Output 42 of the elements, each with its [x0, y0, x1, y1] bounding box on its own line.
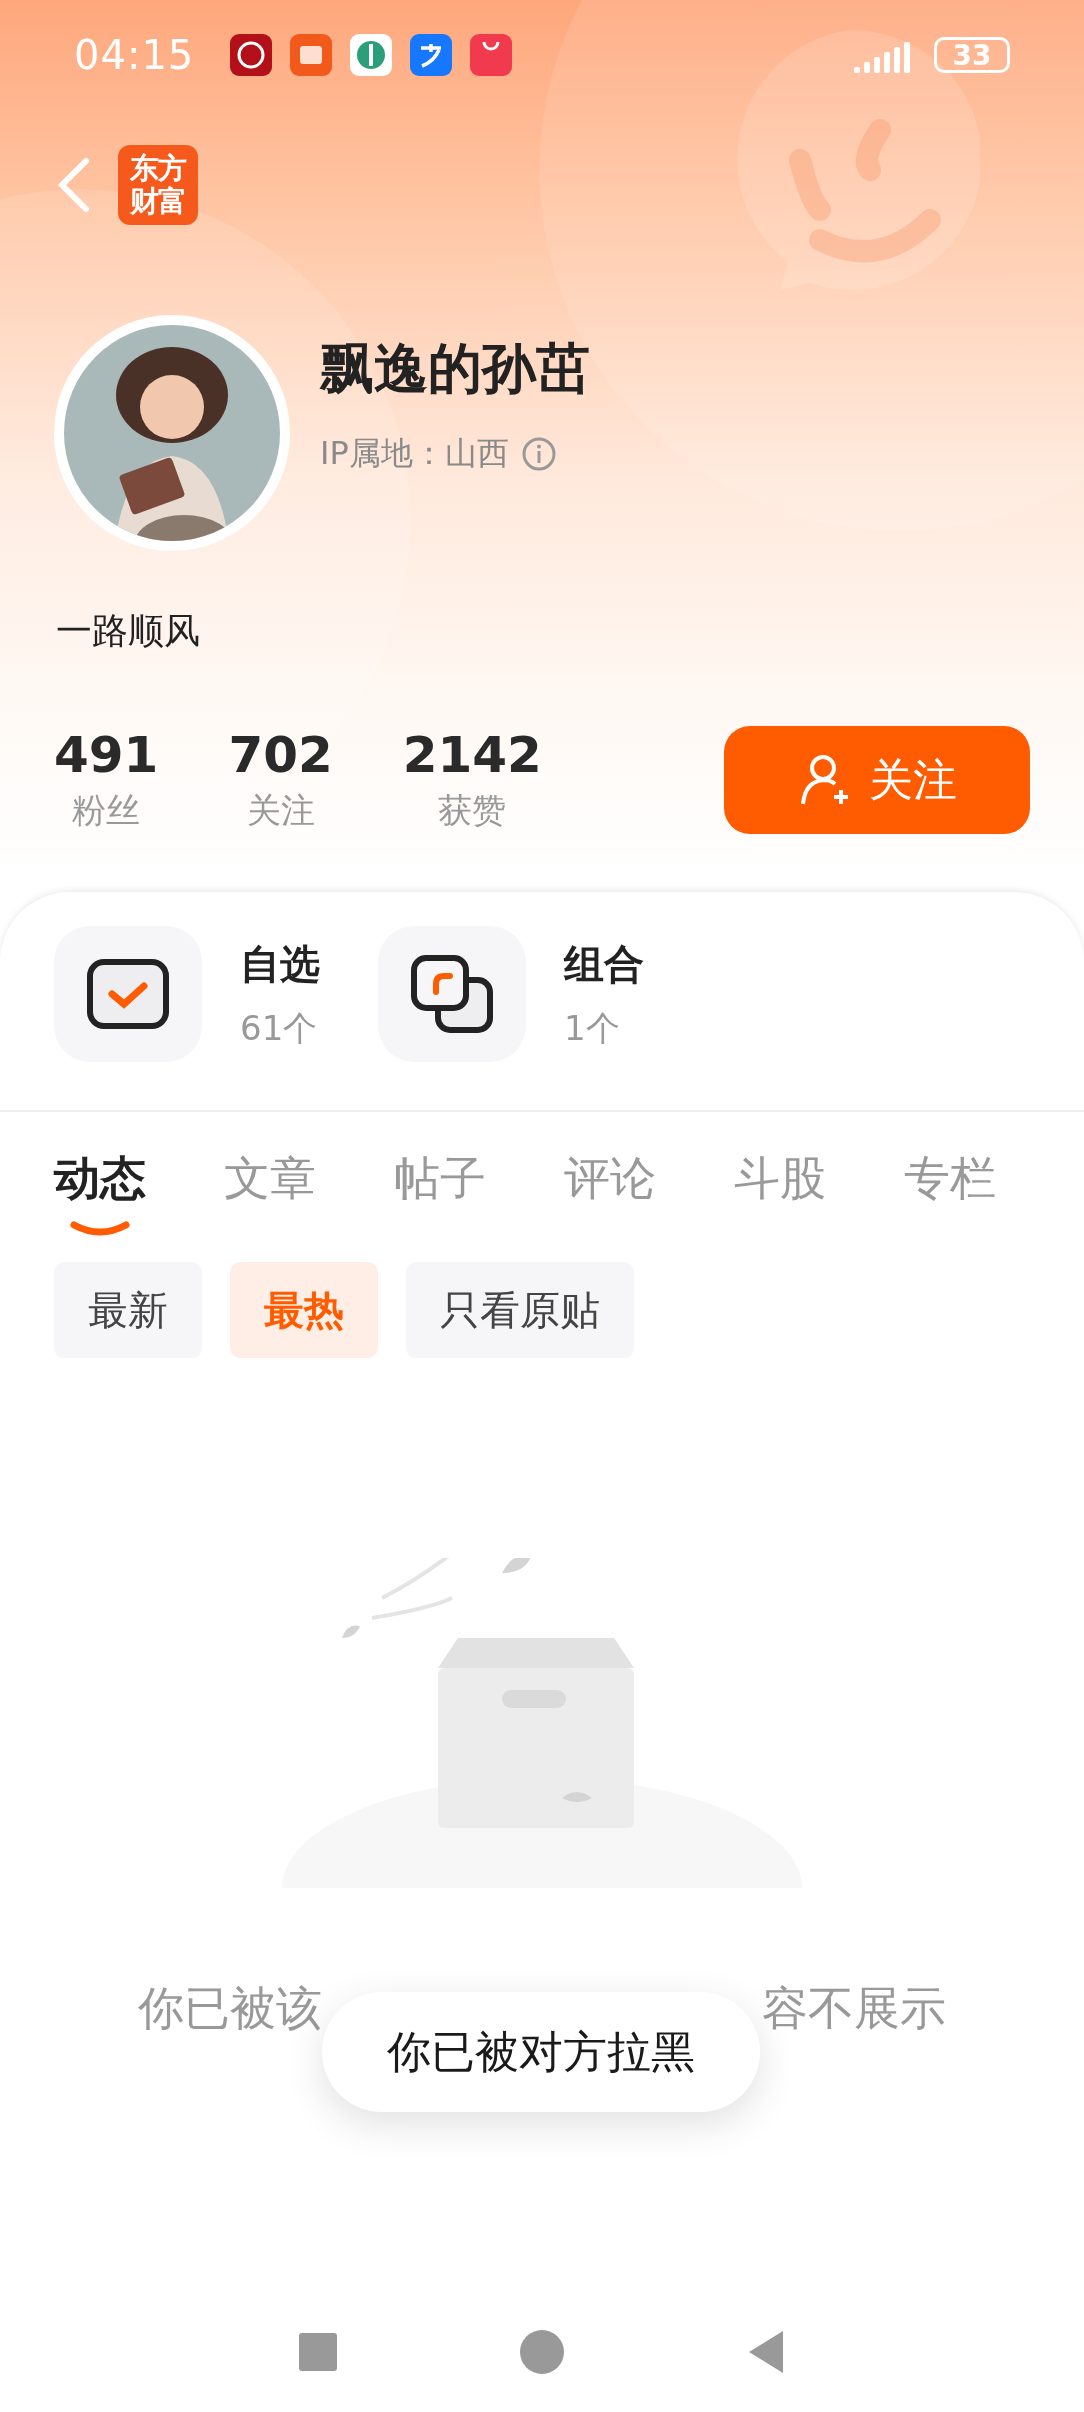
- tab[interactable]: 评论: [564, 1148, 656, 1210]
- stat-label: 获赞: [438, 789, 507, 832]
- stat-value: 491: [54, 726, 159, 784]
- empty-message: 你已被该: [138, 1980, 322, 2037]
- stat-label: 粉丝: [72, 789, 141, 832]
- filter-chip[interactable]: 最热: [230, 1262, 378, 1358]
- follow-button[interactable]: 关注: [724, 726, 1030, 834]
- status-time: 04:15: [74, 32, 195, 78]
- stat-label: 关注: [246, 789, 315, 832]
- app-notification-icon: [230, 34, 273, 76]
- app-logo: 东方 财富: [118, 145, 198, 225]
- tab[interactable]: 动态: [54, 1148, 146, 1210]
- tab-indicator: [70, 1221, 130, 1237]
- filter-chip[interactable]: 只看原贴: [406, 1262, 634, 1358]
- overlapping-squares-icon: [410, 954, 494, 1034]
- app-notification-icon: [290, 34, 333, 76]
- tab[interactable]: 文章: [224, 1148, 316, 1210]
- shortcut-tile[interactable]: [54, 926, 202, 1062]
- back-icon[interactable]: [56, 157, 90, 213]
- empty-message: 容不展示: [762, 1980, 946, 2037]
- checkbox-icon: [86, 958, 170, 1030]
- user-bio: 一路顺风: [55, 609, 201, 653]
- user-name: 飘逸的孙茁: [320, 336, 590, 402]
- app-notification-icon: [470, 34, 513, 76]
- tab[interactable]: 专栏: [904, 1148, 996, 1210]
- shortcut-count: 1个: [564, 1006, 621, 1050]
- shortcut-tile[interactable]: [378, 926, 526, 1062]
- shortcut-title: 自选: [240, 939, 320, 989]
- info-icon[interactable]: [520, 436, 557, 472]
- filter-chip[interactable]: 最新: [54, 1262, 202, 1358]
- home-icon[interactable]: [519, 2329, 565, 2375]
- toast: 你已被对方拉黑: [322, 1992, 760, 2112]
- tab[interactable]: 帖子: [394, 1148, 486, 1210]
- stat-value: 2142: [402, 726, 542, 784]
- stat-value: 702: [228, 726, 333, 784]
- app-notification-icon: [350, 34, 393, 76]
- shortcut-count: 61个: [240, 1006, 319, 1050]
- battery-icon: 33: [934, 37, 1010, 73]
- ip-location: IP属地：山西: [320, 433, 509, 474]
- tab[interactable]: 斗股: [734, 1148, 826, 1210]
- shortcut-title: 组合: [564, 939, 644, 989]
- app-notification-icon: [410, 34, 453, 76]
